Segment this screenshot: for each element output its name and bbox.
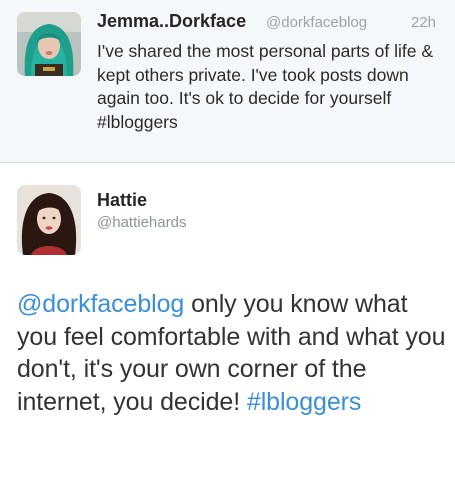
avatar-image-icon [17,185,81,255]
avatar[interactable] [17,185,81,255]
author-handle[interactable]: @hattiehards [97,214,186,231]
parent-hashtag-link[interactable]: #lbloggers [97,112,178,132]
parent-author-name[interactable]: Jemma..Dorkface [97,11,246,32]
avatar[interactable] [17,12,81,76]
author-name[interactable]: Hattie [97,190,147,211]
tweet-text: @dorkfaceblog only you know what you fee… [17,288,447,418]
hashtag-link[interactable]: #lbloggers [247,388,361,416]
parent-timestamp: 22h [410,14,436,31]
parent-author-handle[interactable]: @dorkfaceblog [266,14,367,31]
parent-tweet-body: I've shared the most personal parts of l… [97,41,434,108]
tweet-detail-screen: Jemma..Dorkface @dorkfaceblog 22h I've s… [0,0,455,480]
mention-link[interactable]: @dorkfaceblog [17,290,184,318]
parent-tweet-text: I've shared the most personal parts of l… [97,40,447,134]
avatar-image-icon [17,12,81,76]
parent-tweet[interactable]: Jemma..Dorkface @dorkfaceblog 22h I've s… [0,0,455,163]
